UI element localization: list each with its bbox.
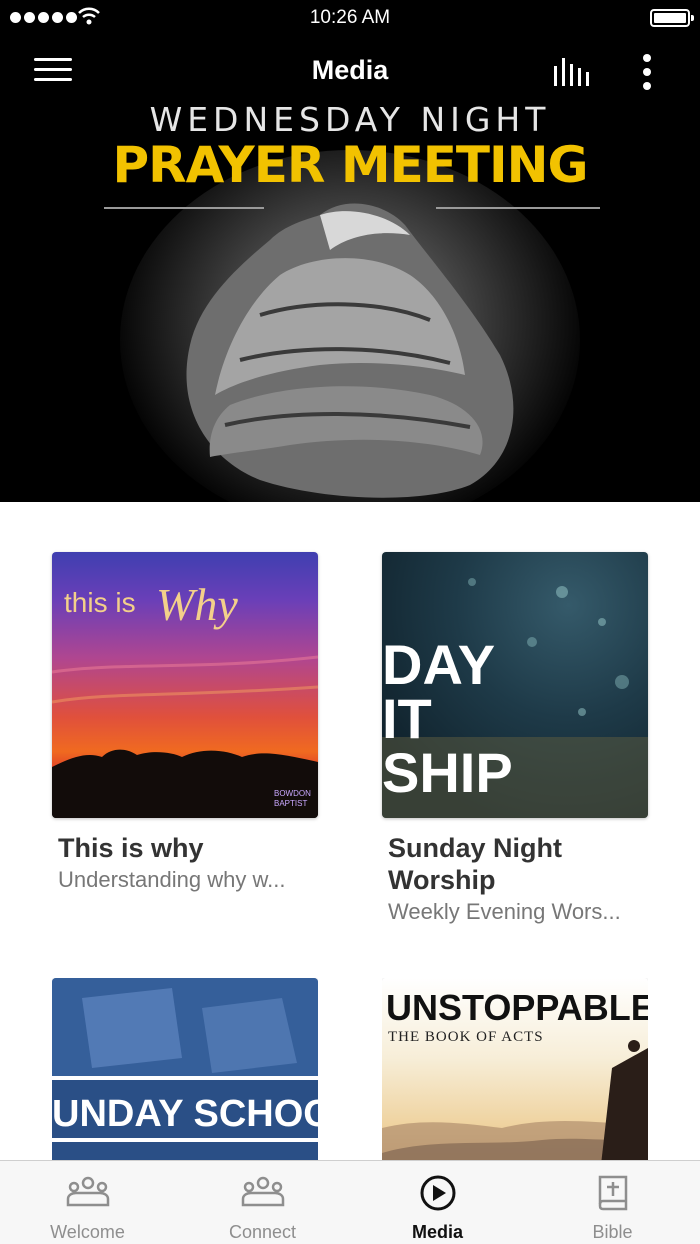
svg-text:UNSTOPPABLE: UNSTOPPABLE (386, 987, 648, 1028)
hero-title: PRAYER MEETING (112, 136, 589, 194)
status-bar: 10:26 AM (0, 0, 700, 36)
svg-text:THE BOOK OF ACTS: THE BOOK OF ACTS (388, 1029, 544, 1045)
equalizer-icon[interactable] (552, 58, 592, 88)
media-card-sunday-school[interactable]: UNDAY SCHOO (52, 978, 318, 1160)
tab-label: Bible (592, 1222, 633, 1242)
bible-icon (598, 1175, 628, 1211)
tab-label: Media (411, 1222, 463, 1242)
card-thumbnail: this is Why BOWDON BAPTIST (52, 552, 318, 818)
svg-text:this is: this is (64, 587, 136, 618)
tab-bible[interactable]: Bible (525, 1161, 700, 1244)
tab-media[interactable]: Media (350, 1161, 525, 1244)
sunday-school-artwork: UNDAY SCHOO (52, 978, 318, 1142)
tab-label: Welcome (50, 1222, 125, 1242)
bokeh-artwork: DAY IT SHIP (382, 578, 648, 818)
unstoppable-artwork: UNSTOPPABLE THE BOOK OF ACTS (382, 987, 648, 1160)
svg-text:BAPTIST: BAPTIST (274, 799, 307, 808)
play-circle-icon (420, 1175, 456, 1211)
card-subtitle: Understanding why w... (58, 867, 286, 892)
media-card-sunday-night-worship[interactable]: DAY IT SHIP Sunday Night Worship Weekly … (382, 552, 672, 924)
card-thumbnail: UNDAY SCHOO (52, 978, 318, 1160)
tab-connect[interactable]: Connect (175, 1161, 350, 1244)
svg-text:BOWDON: BOWDON (274, 789, 311, 798)
tab-label: Connect (228, 1222, 297, 1242)
hero-subtitle: WEDNESDAY NIGHT (149, 100, 551, 139)
card-thumbnail: UNSTOPPABLE THE BOOK OF ACTS (382, 978, 648, 1160)
people-icon (66, 1176, 110, 1207)
praying-hands-image (186, 203, 514, 498)
card-thumbnail: DAY IT SHIP (382, 552, 648, 818)
card-title: This is why (58, 833, 204, 863)
sunset-artwork: this is Why BOWDON BAPTIST (52, 579, 318, 818)
status-time: 10:26 AM (309, 7, 391, 28)
svg-text:SHIP: SHIP (382, 741, 513, 804)
more-options-icon[interactable] (640, 54, 654, 90)
people-icon (241, 1176, 285, 1207)
svg-text:Why: Why (156, 579, 238, 630)
media-card-unstoppable[interactable]: UNSTOPPABLE THE BOOK OF ACTS (382, 978, 648, 1160)
hero-rule-right (436, 207, 600, 209)
card-subtitle: Weekly Evening Wors... (388, 899, 621, 924)
card-title: Sunday Night Worship (388, 833, 562, 895)
hero-rule-left (104, 207, 264, 209)
tab-welcome[interactable]: Welcome (0, 1161, 175, 1244)
media-card-this-is-why[interactable]: this is Why BOWDON BAPTIST This is why U… (52, 552, 332, 892)
battery-icon (650, 9, 694, 27)
page-title: Media (311, 55, 389, 85)
tab-bar: Welcome Connect Media Bible (0, 1160, 700, 1244)
svg-text:UNDAY SCHOO: UNDAY SCHOO (52, 1093, 318, 1135)
